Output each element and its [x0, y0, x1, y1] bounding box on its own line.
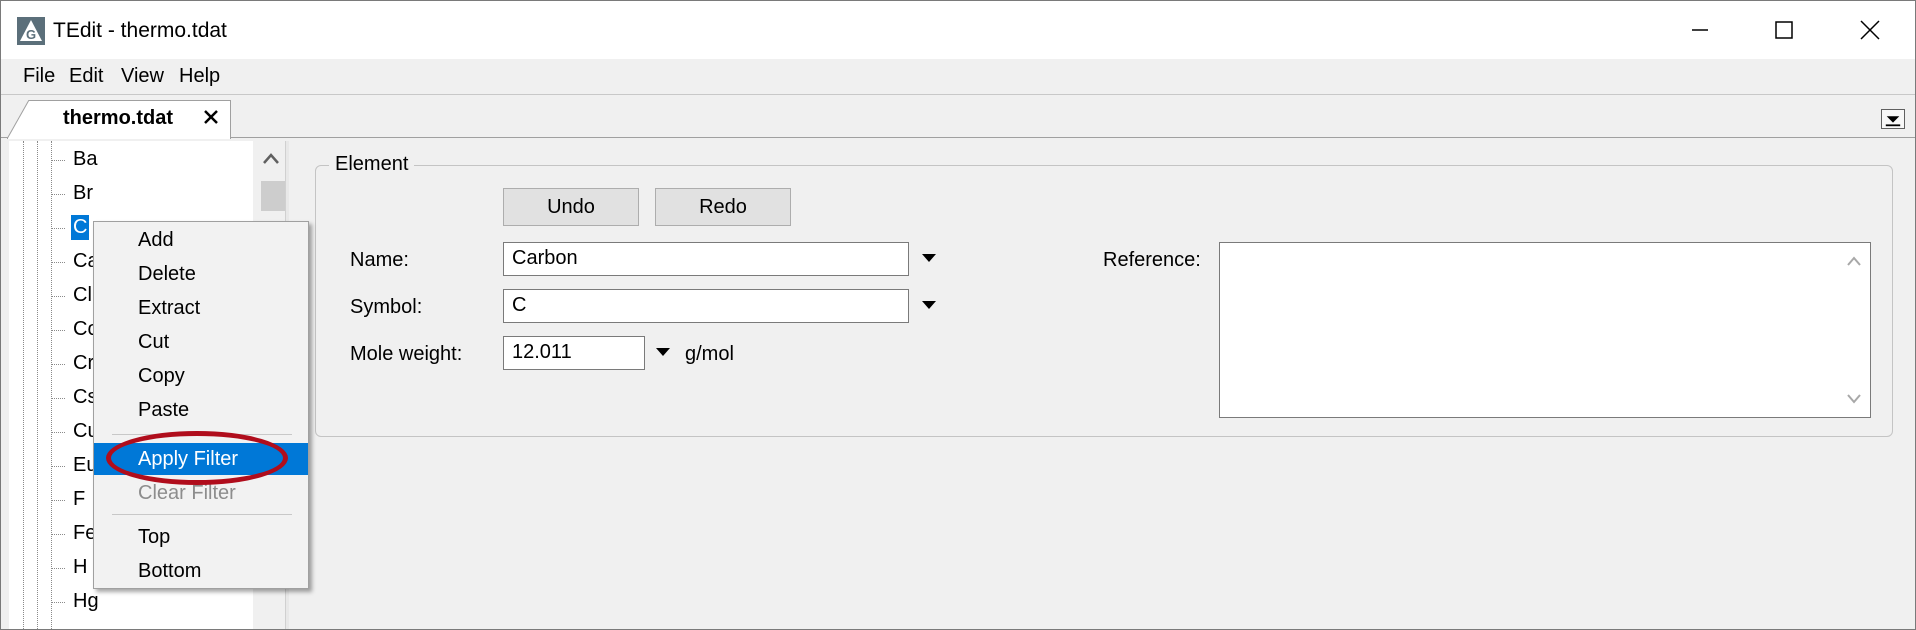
tab-list-dropdown-icon[interactable]: [1881, 109, 1905, 129]
menu-item-label: Delete: [138, 263, 196, 285]
redo-button[interactable]: Redo: [655, 188, 791, 226]
undo-button[interactable]: Undo: [503, 188, 639, 226]
menu-item-label: Bottom: [138, 560, 202, 582]
menu-item-label: Top: [138, 526, 171, 548]
element-editor-panel: Element Undo Redo Name: Carbon Symbol: C…: [291, 141, 1915, 629]
close-icon[interactable]: [201, 107, 221, 127]
menu-item-label: Clear Filter: [138, 482, 236, 504]
maximize-button[interactable]: [1741, 1, 1827, 59]
tree-item-label: F: [73, 488, 86, 510]
close-button[interactable]: [1827, 1, 1913, 59]
mole-weight-unit: g/mol: [685, 343, 734, 365]
tab-label: thermo.tdat: [63, 107, 173, 129]
tree-item-label: Ba: [73, 148, 98, 170]
menu-view[interactable]: View: [119, 65, 166, 88]
menu-item-top[interactable]: Top: [94, 521, 308, 553]
window-title: TEdit - thermo.tdat: [53, 19, 227, 42]
menu-help[interactable]: Help: [177, 65, 222, 88]
maximize-icon: [1775, 21, 1793, 39]
scroll-thumb[interactable]: [261, 181, 287, 211]
tab-strip: thermo.tdat: [1, 96, 1915, 139]
tree-guide-line: [37, 141, 38, 629]
tree-item-label: Cl: [73, 284, 92, 306]
symbol-input[interactable]: C: [503, 289, 909, 323]
group-legend: Element: [329, 153, 415, 176]
title-bar: G TEdit - thermo.tdat: [1, 1, 1915, 59]
menu-item-label: Paste: [138, 399, 190, 421]
tree-item-label: H: [73, 556, 88, 578]
scroll-down-icon[interactable]: [1845, 393, 1863, 405]
minimize-button[interactable]: [1657, 1, 1743, 59]
scroll-up-icon[interactable]: [1845, 255, 1863, 267]
name-label: Name:: [350, 249, 409, 271]
tree-item-label: C: [71, 215, 90, 240]
menu-edit[interactable]: Edit: [67, 65, 105, 88]
symbol-label: Symbol:: [350, 296, 423, 318]
scroll-up-icon[interactable]: [261, 151, 281, 167]
name-input[interactable]: Carbon: [503, 242, 909, 276]
tab-edge: [7, 100, 30, 139]
menu-item-label: Extract: [138, 297, 201, 319]
highlight-annotation-ellipse: [106, 431, 288, 485]
context-menu: Add Delete Extract Cut Copy Paste Apply …: [93, 221, 309, 589]
minimize-icon: [1692, 29, 1708, 31]
tree-item[interactable]: Br: [51, 177, 251, 211]
menu-item-paste[interactable]: Paste: [94, 394, 308, 426]
mole-weight-input[interactable]: 12.011: [503, 336, 645, 370]
close-icon: [1860, 20, 1880, 40]
dropdown-arrow-icon[interactable]: [921, 253, 937, 263]
tree-guide-line: [23, 141, 24, 629]
menu-item-copy[interactable]: Copy: [94, 360, 308, 392]
menu-item-label: Cut: [138, 331, 170, 353]
tree-item[interactable]: Ba: [51, 143, 251, 177]
menu-item-extract[interactable]: Extract: [94, 292, 308, 324]
tree-item[interactable]: Hg: [51, 585, 251, 619]
dropdown-arrow-icon[interactable]: [921, 300, 937, 310]
mole-weight-label: Mole weight:: [350, 343, 463, 365]
menu-separator: [112, 514, 292, 515]
menu-item-delete[interactable]: Delete: [94, 258, 308, 290]
menu-item-bottom[interactable]: Bottom: [94, 555, 308, 587]
tedit-logo-icon: G: [17, 17, 45, 45]
reference-textarea[interactable]: [1219, 242, 1871, 418]
menu-item-label: Copy: [138, 365, 185, 387]
app-window: G TEdit - thermo.tdat File Edit View Hel…: [0, 0, 1916, 630]
reference-label: Reference:: [1103, 249, 1201, 271]
menu-item-add[interactable]: Add: [94, 224, 308, 256]
menu-file[interactable]: File: [21, 65, 57, 88]
menu-item-label: Add: [138, 229, 174, 251]
tree-item-label: Hg: [73, 590, 99, 612]
menu-item-cut[interactable]: Cut: [94, 326, 308, 358]
svg-text:G: G: [26, 27, 36, 42]
menu-bar: File Edit View Help: [1, 59, 1915, 95]
tree-item-label: Br: [73, 182, 93, 204]
dropdown-arrow-icon[interactable]: [655, 347, 671, 357]
